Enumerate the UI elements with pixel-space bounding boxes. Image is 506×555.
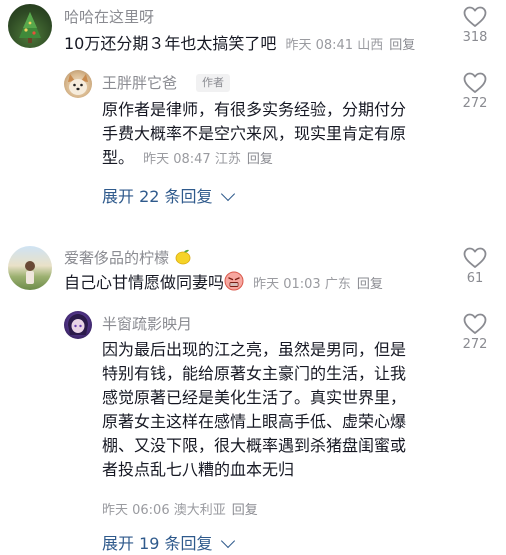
reply-line: 原作者是律师，有很多实务经验，分期付分 (102, 100, 407, 119)
heart-icon (463, 72, 487, 93)
reply-text: 原作者是律师，有很多实务经验，分期付分 手费大概率不是空穴来风，现实里肯定有原 … (102, 98, 442, 172)
chevron-down-icon (220, 533, 235, 549)
heart-icon (463, 313, 487, 334)
reply-line: 因为最后出现的江之亮，虽然是男同，但是 (102, 340, 407, 359)
reply-button[interactable]: 回复 (389, 38, 415, 53)
corgi-avatar[interactable] (64, 70, 92, 98)
expand-replies-label: 展开 22 条回复 (102, 187, 213, 206)
like-button[interactable]: 272 (455, 313, 495, 352)
angry-face-icon (224, 271, 244, 291)
like-count: 272 (462, 337, 488, 352)
reply-button[interactable]: 回复 (232, 503, 258, 518)
comment-username[interactable]: 爱奢侈品的柠檬 (64, 247, 192, 268)
comment-meta: 昨天 08:41 山西 回复 (285, 38, 415, 53)
like-count: 318 (462, 30, 488, 45)
reply-location: 江苏 (214, 152, 241, 167)
reply-line: 者投点乱七八糟的血本无归 (102, 460, 295, 479)
comment-time: 昨天 08:41 (285, 38, 354, 53)
comment-time: 昨天 01:03 (253, 277, 321, 292)
reply-line: 感觉原著已经是美化生活了。真实世界里， (102, 388, 407, 407)
comment-username-text: 爱奢侈品的柠檬 (64, 249, 170, 267)
expand-replies-label: 展开 19 条回复 (102, 534, 213, 553)
reply-button[interactable]: 回复 (357, 277, 383, 292)
reply-username[interactable]: 半窗疏影映月 (102, 313, 192, 334)
expand-replies-button[interactable]: 展开 22 条回复 (102, 183, 235, 207)
reply-line: 原著女主这样在感情上眼高手低、虚荣心爆 (102, 412, 407, 431)
heart-icon (463, 6, 487, 27)
expand-replies-button[interactable]: 展开 19 条回复 (102, 530, 235, 554)
like-button[interactable]: 61 (455, 247, 495, 286)
comment-meta: 昨天 01:03 广东 回复 (253, 277, 383, 292)
reply-time: 昨天 08:47 (143, 152, 211, 167)
like-button[interactable]: 272 (455, 72, 495, 111)
christmas-tree-avatar[interactable] (8, 4, 52, 48)
comment-body: 自己心甘情愿做同妻吗 (64, 273, 225, 292)
reply-button[interactable]: 回复 (247, 152, 273, 167)
comment-body: 10万还分期３年也太搞笑了吧 (64, 34, 277, 53)
reply-last-line: 型。 昨天 08:47 江苏 回复 (102, 146, 442, 172)
reply-username[interactable]: 王胖胖它爸 (102, 72, 177, 93)
reply-time: 昨天 06:06 (102, 503, 170, 518)
comment-location: 广东 (324, 277, 351, 292)
reply-location: 澳大利亚 (173, 503, 226, 518)
reply-line: 手费大概率不是空穴来风，现实里肯定有原 (102, 124, 407, 143)
comment-location: 山西 (357, 38, 384, 53)
comment-text: 自己心甘情愿做同妻吗 昨天 01:03 广东 回复 (64, 271, 383, 297)
author-badge: 作者 (196, 74, 230, 92)
comment-text: 10万还分期３年也太搞笑了吧 昨天 08:41 山西 回复 (64, 32, 415, 58)
lemon-icon (175, 249, 191, 265)
reply-line: 特别有钱，能给原著女主豪门的生活，让我 (102, 364, 407, 383)
comment-username[interactable]: 哈哈在这里呀 (64, 6, 154, 27)
chevron-down-icon (220, 186, 235, 202)
reply-line: 棚、又没下限，很大概率遇到杀猪盘闺蜜或 (102, 436, 407, 455)
like-button[interactable]: 318 (455, 6, 495, 45)
like-count: 272 (462, 96, 488, 111)
field-photo-avatar[interactable] (8, 246, 52, 290)
anime-avatar[interactable] (64, 311, 92, 339)
reply-meta: 昨天 06:06 澳大利亚 回复 (102, 499, 258, 518)
reply-line: 型。 (102, 148, 135, 167)
like-count: 61 (466, 271, 484, 286)
reply-text: 因为最后出现的江之亮，虽然是男同，但是 特别有钱，能给原著女主豪门的生活，让我 … (102, 338, 442, 482)
reply-meta: 昨天 08:47 江苏 回复 (143, 152, 273, 167)
heart-icon (463, 247, 487, 268)
